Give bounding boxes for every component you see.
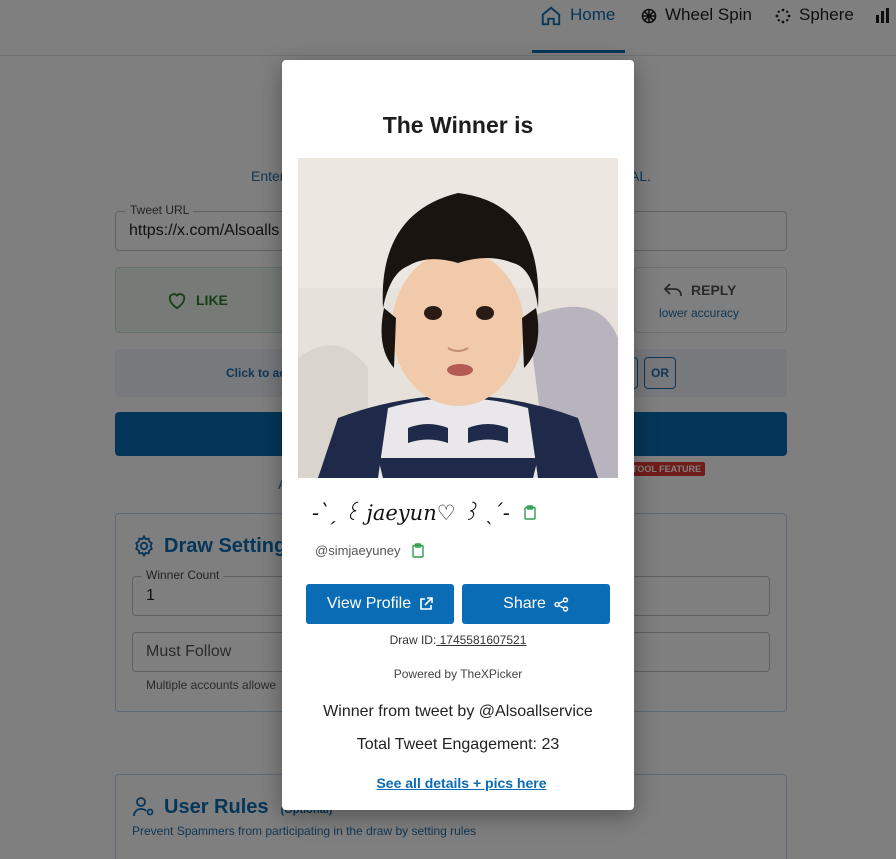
draw-id: Draw ID: 1745581607521 [282, 633, 634, 647]
external-link-icon [420, 597, 433, 610]
share-icon [554, 596, 569, 612]
draw-id-label: Draw ID: [389, 633, 437, 647]
share-button[interactable]: Share [462, 584, 610, 624]
see-details-link[interactable]: See all details + pics here [282, 775, 641, 791]
powered-by: Powered by TheXPicker [393, 667, 523, 681]
winner-display-name: -ˋˏ ꒰ jaeyun♡ ꒱ ˎˊ- [312, 501, 510, 525]
winner-source-tweet: Winner from tweet by @Alsoallservice [323, 703, 593, 720]
view-profile-button[interactable]: View Profile [306, 584, 454, 624]
copy-name-icon[interactable] [524, 504, 536, 520]
copy-handle-icon[interactable] [412, 543, 425, 558]
winner-name-row: -ˋˏ ꒰ jaeyun♡ ꒱ ˎˊ- [312, 498, 536, 526]
tweet-engagement: Total Tweet Engagement: 23 [356, 736, 560, 753]
view-profile-label: View Profile [326, 595, 412, 612]
winner-handle-row: @simjaeyuney [315, 543, 425, 558]
winner-handle: @simjaeyuney [315, 543, 401, 558]
draw-id-value[interactable]: 1745581607521 [436, 633, 527, 647]
winner-profile-photo [298, 158, 618, 478]
winner-heading: The Winner is [382, 112, 534, 138]
share-label: Share [503, 595, 546, 612]
winner-modal: The Winner is -ˋˏ ꒰ jaeyun♡ ꒱ ˎˊ- @simja [282, 60, 634, 810]
